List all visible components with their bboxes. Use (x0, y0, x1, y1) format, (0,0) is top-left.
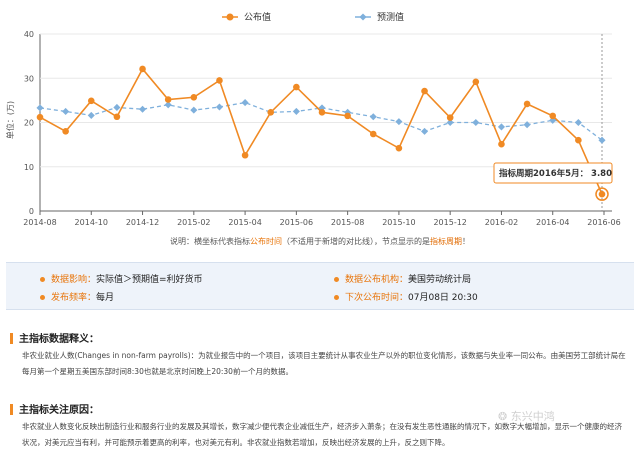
y-tick-label: 10 (24, 163, 34, 172)
actual-point (472, 78, 480, 86)
forecast-point (113, 103, 121, 111)
info-frequency-value: 每月 (96, 293, 115, 303)
forecast-point (215, 103, 223, 111)
bullet-icon (334, 277, 339, 282)
section-reason-title-text: 主指标关注原因： (19, 405, 99, 416)
actual-point (190, 93, 198, 101)
actual-point (36, 113, 44, 121)
info-frequency-key: 发布频率： (51, 293, 97, 303)
actual-point (87, 97, 95, 105)
chart-tooltip: 指标周期2016年5月： 3.80 (493, 162, 613, 184)
legend-forecast-marker (359, 13, 367, 21)
y-tick-label: 40 (24, 30, 34, 39)
forecast-point (190, 106, 198, 114)
actual-point (421, 87, 428, 95)
info-frequency: 发布频率：每月 (40, 290, 114, 303)
x-tick-label: 2014-10 (75, 218, 108, 227)
x-tick-label: 2015-04 (228, 218, 261, 227)
y-tick-label: 0 (29, 207, 34, 216)
chart-note: 说明：横坐标代表指标公布时间（不适用于新增的对比线），节点显示的是指标周期！ (0, 236, 640, 247)
watermark: ❂ 东兴中鸿 (498, 410, 555, 423)
info-impact-key: 数据影响： (51, 275, 97, 285)
legend-actual-marker (226, 13, 234, 21)
forecast-point (292, 107, 300, 115)
actual-point (369, 130, 377, 138)
actual-point (598, 190, 606, 198)
x-tick-label: 2015-12 (433, 218, 466, 227)
x-tick-label: 2015-10 (382, 218, 415, 227)
bullet-icon (334, 295, 339, 300)
actual-point (164, 96, 172, 103)
actual-point (575, 136, 582, 144)
watermark-text: 东兴中鸿 (510, 410, 555, 423)
actual-point (498, 140, 505, 148)
forecast-point (421, 127, 429, 135)
info-next-release-key: 下次公布时间： (345, 293, 409, 303)
forecast-series (36, 99, 606, 144)
forecast-point (369, 113, 377, 121)
y-axis-label: 单位：(万) (5, 101, 15, 139)
actual-point (344, 112, 351, 120)
y-tick-label: 20 (24, 119, 34, 128)
actual-point (318, 109, 326, 116)
legend-forecast-label[interactable]: 预测值 (377, 11, 404, 23)
section-definition-text: 非农业就业人数(Changes in non-farm payrolls)：为就… (22, 351, 626, 376)
section-definition-title: 主指标数据释义： (10, 330, 99, 345)
forecast-point (497, 123, 505, 131)
x-tick-label: 2016-06 (587, 218, 620, 227)
bullet-icon (40, 295, 45, 300)
tooltip-text: 指标周期2016年5月： 3.80 (499, 168, 612, 179)
title-bar-icon (10, 333, 13, 344)
legend-actual-label[interactable]: 公布值 (244, 11, 271, 23)
forecast-point (395, 118, 403, 126)
x-tick-label: 2016-04 (536, 218, 569, 227)
forecast-point (62, 107, 70, 115)
x-tick-label: 2014-08 (23, 218, 56, 227)
info-agency: 数据公布机构：美国劳动统计局 (334, 272, 471, 285)
actual-point (523, 100, 531, 108)
actual-point (267, 109, 275, 116)
note-middle: （不适用于新增的对比线），节点显示的是 (282, 237, 430, 246)
actual-point (395, 144, 403, 152)
x-tick-label: 2014-12 (126, 218, 159, 227)
section-definition-title-text: 主指标数据释义： (19, 334, 99, 345)
legend: 公布值 预测值 (222, 11, 404, 23)
note-prefix: 说明：横坐标代表指标 (170, 237, 250, 246)
forecast-point (36, 104, 44, 112)
actual-point (446, 114, 454, 121)
line-chart: 公布值 预测值 单位：(万) 010203040 2014-08 2014-10 2… (5, 11, 621, 227)
info-next-release-value: 07月08日 20:30 (408, 293, 478, 303)
x-tick-label: 2016-02 (485, 218, 518, 227)
actual-point (549, 112, 557, 120)
actual-point (62, 128, 69, 135)
actual-point (216, 77, 223, 84)
x-tick-label: 2015-06 (280, 218, 313, 227)
title-bar-icon (10, 404, 13, 415)
forecast-point (87, 111, 95, 119)
note-period: 指标周期 (430, 237, 462, 246)
forecast-point (472, 118, 480, 127)
info-impact-value: 实际值＞预期值=利好货币 (96, 275, 203, 285)
x-tick-label: 2015-08 (331, 218, 364, 227)
y-tick-labels: 0 10 20 30 40 (24, 30, 34, 216)
bullet-icon (40, 277, 45, 282)
x-tick-label: 2015-02 (177, 218, 210, 227)
info-impact: 数据影响：实际值＞预期值=利好货币 (40, 272, 203, 285)
actual-point (293, 83, 300, 91)
forecast-point (574, 118, 582, 127)
forecast-point (139, 105, 147, 113)
section-reason-title: 主指标关注原因： (10, 401, 99, 416)
info-agency-key: 数据公布机构： (345, 275, 409, 285)
info-next-release: 下次公布时间：07月08日 20:30 (334, 290, 478, 303)
actual-point (113, 113, 121, 121)
info-agency-value: 美国劳动统计局 (408, 275, 472, 285)
indicator-info-panel: 数据影响：实际值＞预期值=利好货币 数据公布机构：美国劳动统计局 发布频率：每月… (6, 262, 634, 310)
x-tick-labels: 2014-08 2014-10 2014-12 2015-02 2015-04 2015-… (23, 211, 621, 227)
note-highlight: 公布时间 (250, 237, 282, 246)
y-tick-label: 30 (24, 74, 34, 83)
actual-point (241, 151, 249, 159)
actual-point (139, 65, 146, 73)
note-end: ！ (462, 237, 470, 246)
forecast-point (241, 99, 249, 107)
